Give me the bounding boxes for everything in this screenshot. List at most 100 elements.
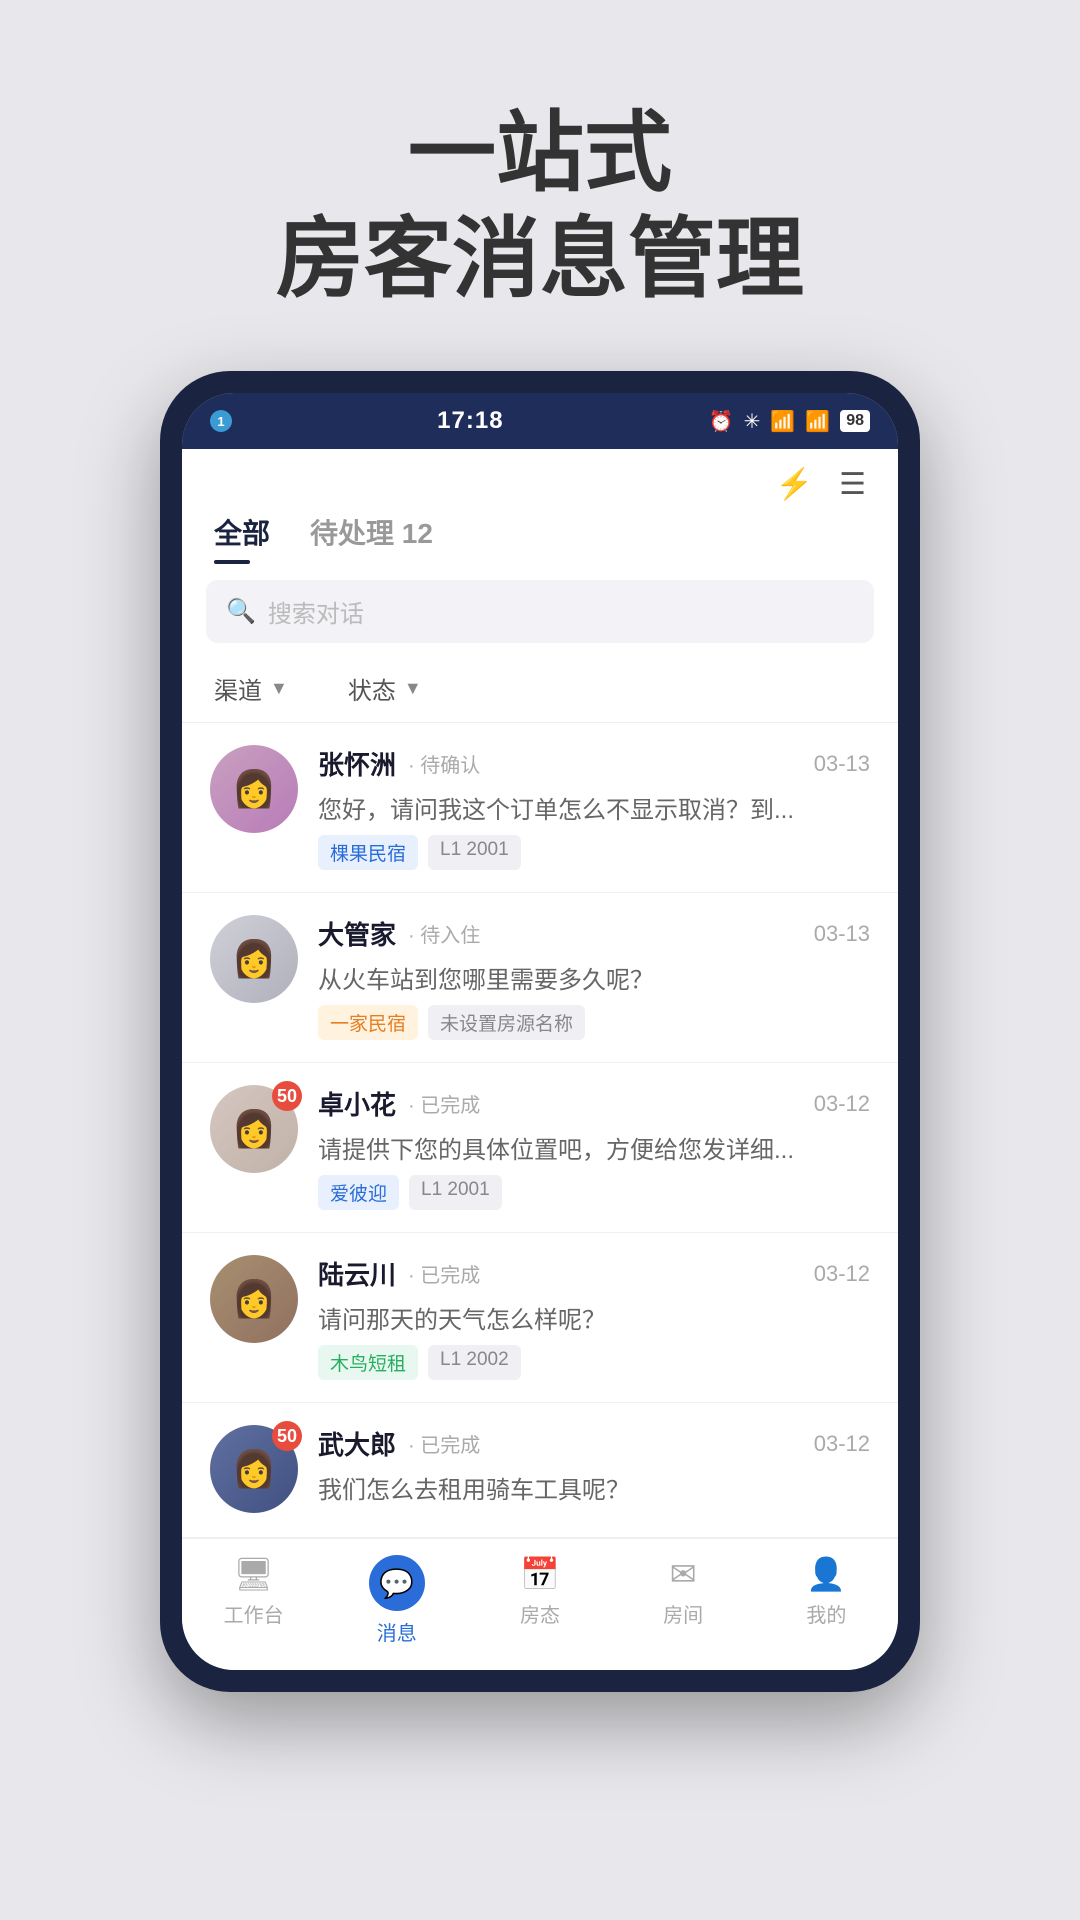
conv-name-area: 大管家 · 待入住 xyxy=(318,915,480,952)
nav-item-workbench[interactable]: 🖥 工作台 xyxy=(204,1555,304,1646)
conv-content: 卓小花 · 已完成 03-12 请提供下您的具体位置吧，方便给您发详细... 爱… xyxy=(318,1085,870,1210)
conv-tag-room: L1 2002 xyxy=(428,1345,521,1380)
phone-screen: 1 17:18 ⏰ ✳ 📶 📶 98 ⚡ ☰ 全部 待处理 1 xyxy=(182,393,898,1670)
status-left: 1 xyxy=(210,410,232,432)
conv-top-row: 卓小花 · 已完成 03-12 xyxy=(318,1085,870,1122)
tab-row: 全部 待处理 12 xyxy=(214,512,866,564)
avatar-wrap: 👩 xyxy=(210,1255,298,1343)
conv-tag-channel: 一家民宿 xyxy=(318,1005,418,1040)
conv-date: 03-12 xyxy=(814,1431,870,1457)
conv-name: 大管家 xyxy=(318,915,396,952)
workbench-icon: 🖥 xyxy=(233,1555,274,1593)
conv-name: 武大郎 xyxy=(318,1425,396,1462)
calendar-icon: 📅 xyxy=(520,1555,560,1593)
tab-pending[interactable]: 待处理 12 xyxy=(310,512,433,564)
conv-name: 陆云川 xyxy=(318,1255,396,1292)
conversation-item[interactable]: 👩 50 武大郎 · 已完成 03-12 我们怎么去租用骑车工具呢？ xyxy=(182,1403,898,1538)
conversation-item[interactable]: 👩 陆云川 · 已完成 03-12 请问那天的天气怎么样呢？ 木鸟短租 L xyxy=(182,1233,898,1403)
avatar-wrap: 👩 50 xyxy=(210,1085,298,1173)
conv-preview: 从火车站到您哪里需要多久呢？ xyxy=(318,960,870,995)
conv-content: 大管家 · 待入住 03-13 从火车站到您哪里需要多久呢？ 一家民宿 未设置房… xyxy=(318,915,870,1040)
avatar-face-3: 👩 xyxy=(232,1108,277,1150)
nav-item-profile[interactable]: 👤 我的 xyxy=(776,1555,876,1646)
messages-icon: 💬 xyxy=(379,1567,414,1600)
conv-tag-room: L1 2001 xyxy=(428,835,521,870)
nav-label-rooms: 房间 xyxy=(663,1599,703,1628)
conv-tag-channel: 爱彼迎 xyxy=(318,1175,399,1210)
conv-date: 03-12 xyxy=(814,1091,870,1117)
conv-date: 03-12 xyxy=(814,1261,870,1287)
conversation-item[interactable]: 👩 张怀洲 · 待确认 03-13 您好，请问我这个订单怎么不显示取消？到...… xyxy=(182,723,898,893)
conv-name: 张怀洲 xyxy=(318,745,396,782)
lightning-icon[interactable]: ⚡ xyxy=(776,467,813,502)
conv-tag-room: L1 2001 xyxy=(409,1175,502,1210)
status-filter-arrow: ▼ xyxy=(404,678,422,699)
battery-badge: 98 xyxy=(840,410,870,432)
app-header: ⚡ ☰ 全部 待处理 12 xyxy=(182,449,898,564)
conv-name-area: 武大郎 · 已完成 xyxy=(318,1425,480,1462)
search-placeholder: 搜索对话 xyxy=(268,594,364,629)
conv-date: 03-13 xyxy=(814,751,870,777)
nav-label-workbench: 工作台 xyxy=(224,1599,284,1628)
conv-status: · 已完成 xyxy=(408,1429,480,1458)
channel-filter-label: 渠道 xyxy=(214,671,262,706)
conv-status: · 待确认 xyxy=(408,749,480,778)
conv-name-area: 陆云川 · 已完成 xyxy=(318,1255,480,1292)
phone-mockup: 1 17:18 ⏰ ✳ 📶 📶 98 ⚡ ☰ 全部 待处理 1 xyxy=(160,371,920,1692)
nav-item-calendar[interactable]: 📅 房态 xyxy=(490,1555,590,1646)
filter-row: 渠道 ▼ 状态 ▼ xyxy=(182,659,898,723)
conv-tags: 木鸟短租 L1 2002 xyxy=(318,1345,870,1380)
status-time: 17:18 xyxy=(437,407,503,435)
conv-preview: 您好，请问我这个订单怎么不显示取消？到... xyxy=(318,790,870,825)
unread-badge: 50 xyxy=(272,1421,302,1451)
conv-top-row: 武大郎 · 已完成 03-12 xyxy=(318,1425,870,1462)
nav-label-profile: 我的 xyxy=(806,1599,846,1628)
conv-content: 武大郎 · 已完成 03-12 我们怎么去租用骑车工具呢？ xyxy=(318,1425,870,1515)
avatar-wrap: 👩 xyxy=(210,915,298,1003)
conv-tag-room: 未设置房源名称 xyxy=(428,1005,585,1040)
status-indicator: 1 xyxy=(210,410,232,432)
conv-name: 卓小花 xyxy=(318,1085,396,1122)
bluetooth-icon: ✳ xyxy=(744,409,761,434)
avatar: 👩 xyxy=(210,915,298,1003)
menu-icon[interactable]: ☰ xyxy=(839,467,866,502)
status-filter[interactable]: 状态 ▼ xyxy=(348,671,422,706)
nav-label-calendar: 房态 xyxy=(520,1599,560,1628)
avatar-wrap: 👩 xyxy=(210,745,298,833)
nav-item-rooms[interactable]: ✉ 房间 xyxy=(633,1555,733,1646)
avatar: 👩 xyxy=(210,1255,298,1343)
bottom-nav: 🖥 工作台 💬 消息 📅 房态 ✉ 房间 👤 我的 xyxy=(182,1538,898,1670)
conv-tags: 爱彼迎 L1 2001 xyxy=(318,1175,870,1210)
avatar: 👩 xyxy=(210,745,298,833)
conv-preview: 请提供下您的具体位置吧，方便给您发详细... xyxy=(318,1130,870,1165)
rooms-icon: ✉ xyxy=(670,1555,697,1593)
messages-icon-bubble: 💬 xyxy=(369,1555,425,1611)
search-input-wrap[interactable]: 🔍 搜索对话 xyxy=(206,580,874,643)
nav-item-messages[interactable]: 💬 消息 xyxy=(347,1555,447,1646)
conversation-item[interactable]: 👩 50 卓小花 · 已完成 03-12 请提供下您的具体位置吧，方便给您发详细… xyxy=(182,1063,898,1233)
conv-tags: 一家民宿 未设置房源名称 xyxy=(318,1005,870,1040)
search-icon: 🔍 xyxy=(226,597,256,626)
status-filter-label: 状态 xyxy=(348,671,396,706)
conv-preview: 我们怎么去租用骑车工具呢？ xyxy=(318,1470,870,1505)
signal-icon: 📶 xyxy=(805,409,830,434)
hero-title-line1: 一站式 xyxy=(0,100,1080,206)
conv-top-row: 张怀洲 · 待确认 03-13 xyxy=(318,745,870,782)
conv-name-area: 张怀洲 · 待确认 xyxy=(318,745,480,782)
conv-status: · 已完成 xyxy=(408,1089,480,1118)
avatar-face-5: 👩 xyxy=(232,1448,277,1490)
channel-filter[interactable]: 渠道 ▼ xyxy=(214,671,288,706)
conv-preview: 请问那天的天气怎么样呢？ xyxy=(318,1300,870,1335)
conversation-item[interactable]: 👩 大管家 · 待入住 03-13 从火车站到您哪里需要多久呢？ 一家民宿 xyxy=(182,893,898,1063)
unread-badge: 50 xyxy=(272,1081,302,1111)
tab-all[interactable]: 全部 xyxy=(214,512,270,564)
conv-content: 陆云川 · 已完成 03-12 请问那天的天气怎么样呢？ 木鸟短租 L1 200… xyxy=(318,1255,870,1380)
status-bar: 1 17:18 ⏰ ✳ 📶 📶 98 xyxy=(182,393,898,449)
nav-label-messages: 消息 xyxy=(377,1617,417,1646)
status-right: ⏰ ✳ 📶 📶 98 xyxy=(709,409,870,434)
avatar-face-4: 👩 xyxy=(232,1278,277,1320)
avatar-face-2: 👩 xyxy=(232,938,277,980)
conv-top-row: 大管家 · 待入住 03-13 xyxy=(318,915,870,952)
profile-icon: 👤 xyxy=(806,1555,846,1593)
alarm-icon: ⏰ xyxy=(709,409,734,434)
